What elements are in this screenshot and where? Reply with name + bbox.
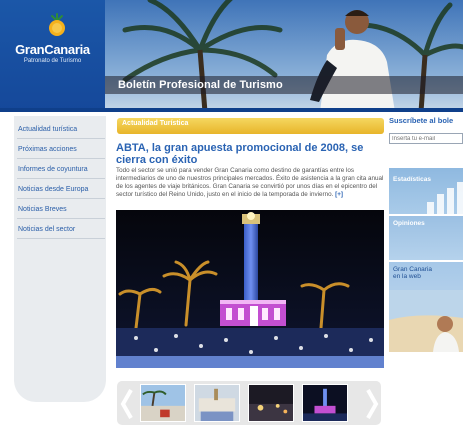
logo[interactable]: GranCanaria Patronato de Turismo bbox=[0, 0, 105, 112]
bar-chart-icon bbox=[427, 182, 463, 214]
thumbnail-4[interactable] bbox=[302, 384, 348, 422]
article-body: Todo el sector se unió para vender Gran … bbox=[116, 167, 384, 199]
article-text: Todo el sector se unió para vender Gran … bbox=[116, 167, 384, 198]
thumbnail-3[interactable] bbox=[248, 384, 294, 422]
nav-item-actualidad[interactable]: Actualidad turística bbox=[17, 120, 105, 139]
thumbnail-2[interactable] bbox=[194, 384, 240, 422]
banner-title: Boletín Profesional de Turismo bbox=[118, 79, 283, 91]
header: GranCanaria Patronato de Turismo Boletín… bbox=[0, 0, 463, 112]
section-title: Actualidad Turística bbox=[122, 120, 189, 127]
chevron-right-icon[interactable] bbox=[365, 387, 379, 421]
header-divider bbox=[0, 108, 463, 112]
nav-item-noticias-breves[interactable]: Noticias Breves bbox=[17, 200, 105, 219]
beach-photo bbox=[389, 290, 463, 352]
left-navigation: Actualidad turística Próximas acciones I… bbox=[14, 116, 106, 402]
stats-box[interactable] bbox=[389, 168, 463, 214]
article-title[interactable]: ABTA, la gran apuesta promocional de 200… bbox=[116, 142, 386, 166]
article-photo[interactable] bbox=[116, 210, 384, 368]
web-label-2: en la web bbox=[393, 273, 421, 280]
thumbnail-1[interactable] bbox=[140, 384, 186, 422]
nav-item-noticias-sector[interactable]: Noticias del sector bbox=[17, 220, 105, 239]
header-photo bbox=[105, 0, 463, 112]
chevron-left-icon[interactable] bbox=[120, 387, 134, 421]
read-more-link[interactable]: [+] bbox=[335, 191, 343, 198]
sun-pineapple-icon bbox=[49, 13, 65, 36]
nav-item-proximas-acciones[interactable]: Próximas acciones bbox=[17, 140, 105, 159]
subscribe-title: Suscríbete al bole bbox=[389, 116, 454, 125]
brand-tagline: Patronato de Turismo bbox=[23, 58, 82, 64]
brand-name: GranCanaria bbox=[15, 42, 90, 57]
stats-label: Estadísticas bbox=[393, 176, 431, 183]
opinions-label: Opiniones bbox=[393, 220, 425, 227]
nav-item-noticias-europa[interactable]: Noticias desde Europa bbox=[17, 180, 105, 199]
nav-item-informes[interactable]: Informes de coyuntura bbox=[17, 160, 105, 179]
email-field[interactable] bbox=[389, 133, 463, 144]
